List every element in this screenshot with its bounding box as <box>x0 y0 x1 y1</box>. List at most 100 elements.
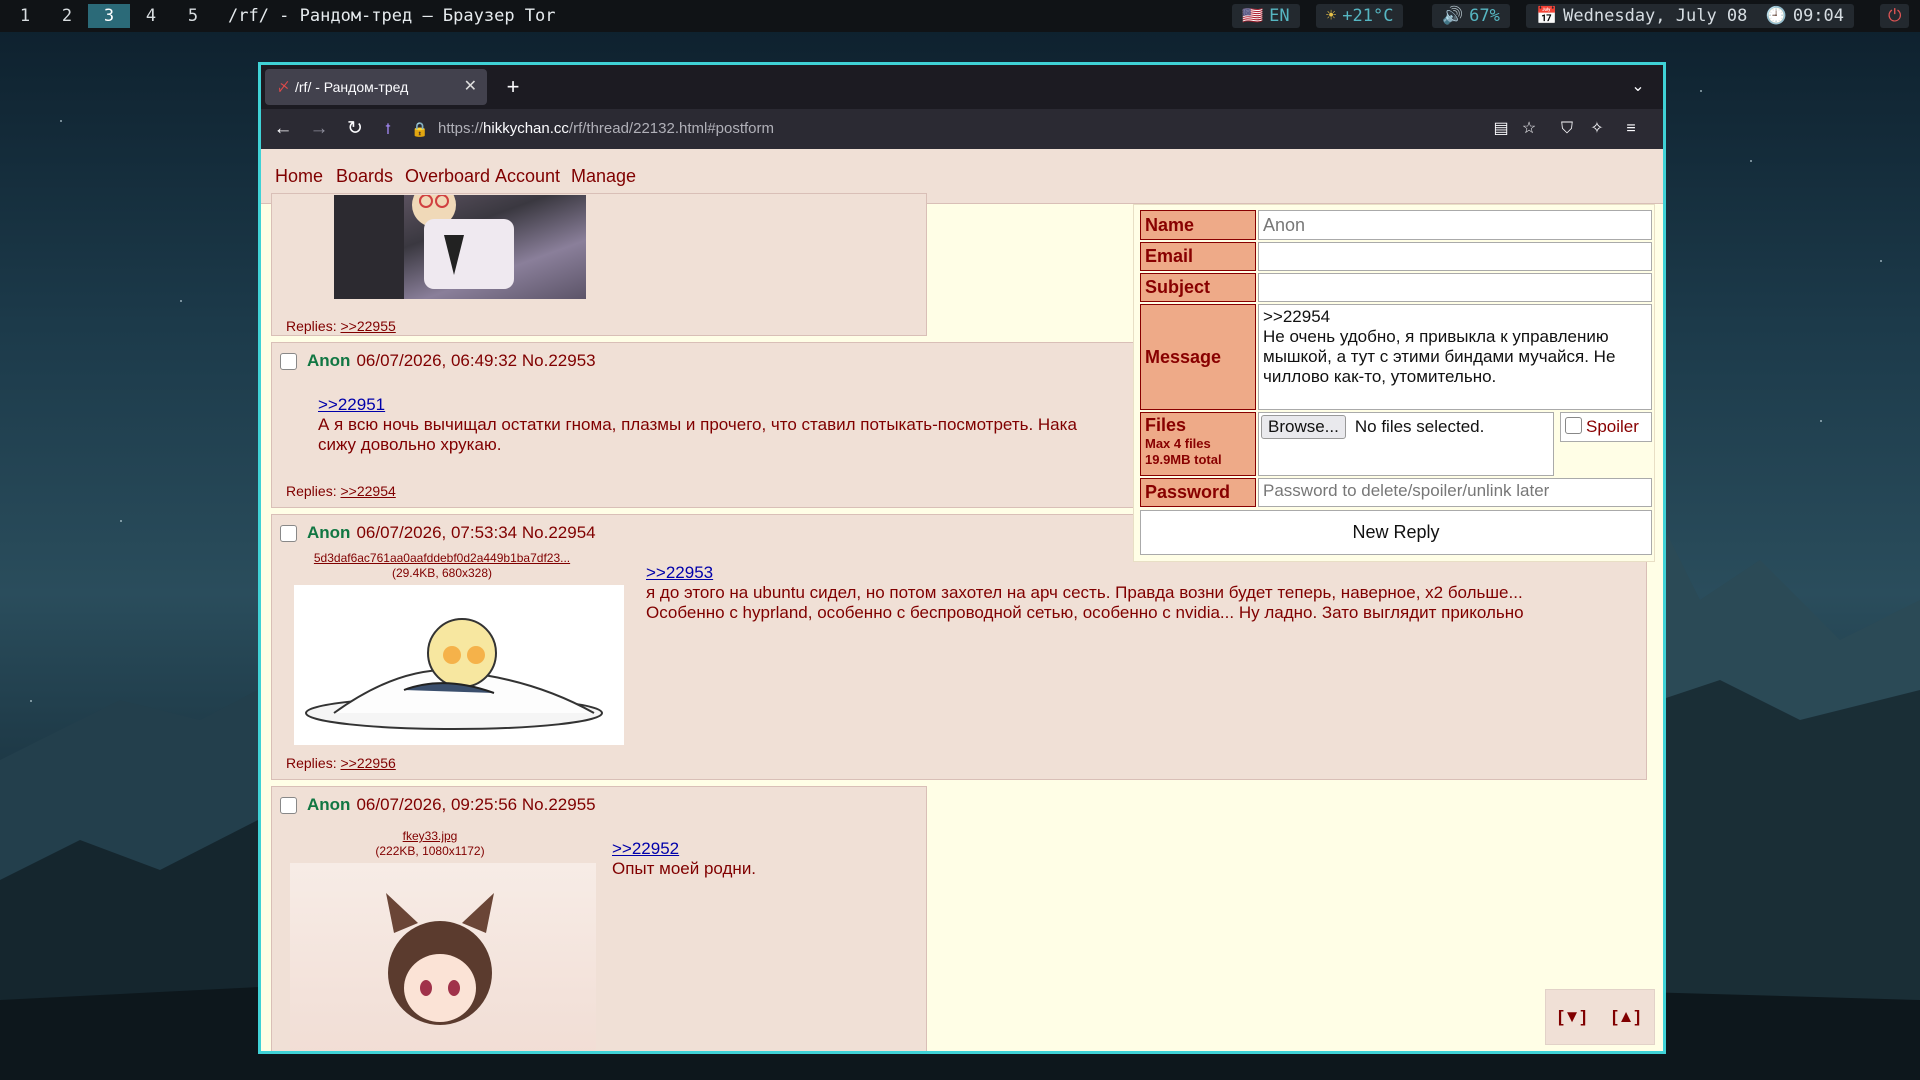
password-label: Password <box>1140 478 1256 507</box>
file-name-link[interactable]: 5d3daf6ac761aa0aafddebf0d2a449b1ba7df23.… <box>292 551 592 566</box>
message-line: чиллово как-то, утомительно. <box>1263 367 1497 386</box>
file-meta: (29.4KB, 680x328) <box>391 566 493 580</box>
quote-link[interactable]: >>22951 <box>318 395 385 414</box>
password-input[interactable]: Password to delete/spoiler/unlink later <box>1258 478 1652 507</box>
subject-input[interactable] <box>1258 273 1652 302</box>
scroll-up-button[interactable]: [▲] <box>1612 990 1640 1044</box>
post-image[interactable] <box>334 195 586 299</box>
post-image[interactable] <box>294 585 624 745</box>
file-info: 5d3daf6ac761aa0aafddebf0d2a449b1ba7df23.… <box>292 551 592 581</box>
back-button[interactable]: ← <box>267 113 299 145</box>
post-header: Anon 06/07/2026, 06:49:32 No.22953 <box>280 351 596 371</box>
address-bar[interactable]: ꝉ 🔒 https://hikkychan.cc/rf/thread/22132… <box>381 113 1461 145</box>
reload-button[interactable]: ↻ <box>339 113 371 145</box>
poster-name: Anon <box>307 523 351 542</box>
weather-label: +21°C <box>1342 6 1394 26</box>
browser-tab[interactable]: 〆 /rf/ - Рандом-тред ✕ <box>265 69 487 105</box>
poster-name: Anon <box>307 795 351 814</box>
post-text: я до этого на ubuntu сидел, но потом зах… <box>646 583 1523 602</box>
workspace-2[interactable]: 2 <box>46 4 88 28</box>
volume-widget[interactable]: 🔊 67% <box>1432 4 1510 28</box>
language-indicator[interactable]: 🇺🇸 EN <box>1232 4 1300 28</box>
workspace-switcher[interactable]: 1 2 3 4 5 <box>4 4 214 28</box>
post-text: Опыт моей родни. <box>612 859 757 878</box>
clock-widget[interactable]: 📅 Wednesday, July 08 🕘 09:04 <box>1526 4 1855 28</box>
clock-icon: 🕘 <box>1765 6 1787 26</box>
date-label: Wednesday, July 08 <box>1563 6 1748 26</box>
tor-circuit-icon[interactable]: ꝉ <box>385 113 391 145</box>
post-date: 06/07/2026, 06:49:32 <box>356 351 518 370</box>
desktop-topbar: 1 2 3 4 5 /rf/ - Рандом-тред — Браузер T… <box>0 0 1920 32</box>
files-max: Max 4 files <box>1145 436 1211 451</box>
menu-icon[interactable]: ≡ <box>1617 113 1645 145</box>
post-number[interactable]: No.22955 <box>522 795 596 815</box>
name-input[interactable]: Anon <box>1258 210 1652 240</box>
subject-label: Subject <box>1140 273 1256 302</box>
reader-view-icon[interactable]: ▤ <box>1487 113 1515 145</box>
workspace-3[interactable]: 3 <box>88 4 130 28</box>
browser-window: 〆 /rf/ - Рандом-тред ✕ + ⌄ ← → ↻ ꝉ 🔒 htt… <box>258 62 1666 1054</box>
file-dropzone[interactable]: Browse... No files selected. <box>1258 412 1554 476</box>
speaker-icon: 🔊 <box>1442 6 1464 26</box>
post-text-cont: Особенно с hyprland, особенно с беспрово… <box>646 603 1524 622</box>
reply-link[interactable]: >>22955 <box>340 318 395 334</box>
navigation-toolbar: ← → ↻ ꝉ 🔒 https://hikkychan.cc/rf/thread… <box>261 109 1663 149</box>
power-button[interactable]: ⏻ <box>1880 4 1910 28</box>
post-header: Anon 06/07/2026, 07:53:34 No.22954 <box>280 523 596 543</box>
list-tabs-button[interactable]: ⌄ <box>1623 69 1653 105</box>
reply-link[interactable]: >>22956 <box>340 755 395 771</box>
sun-icon: ☀ <box>1326 6 1337 26</box>
post-number[interactable]: No.22953 <box>522 351 596 371</box>
post-number[interactable]: No.22954 <box>522 523 596 543</box>
power-icon: ⏻ <box>1888 6 1902 26</box>
new-reply-button[interactable]: New Reply <box>1140 510 1652 555</box>
files-total: 19.9MB total <box>1145 452 1222 467</box>
post-image[interactable] <box>290 863 596 1051</box>
message-line: мышкой, а тут с этими биндами мучайся. Н… <box>1263 347 1616 366</box>
scroll-nav: [▼] [▲] <box>1545 989 1655 1045</box>
page-content: Home Boards Overboard Account Manage Rep… <box>261 149 1663 1051</box>
name-label: Name <box>1140 210 1256 240</box>
workspace-4[interactable]: 4 <box>130 4 172 28</box>
email-label: Email <box>1140 242 1256 271</box>
bookmark-star-icon[interactable]: ☆ <box>1515 113 1543 145</box>
poster-name: Anon <box>307 351 351 370</box>
quote-link[interactable]: >>22952 <box>612 839 679 858</box>
url-text[interactable]: https://hikkychan.cc/rf/thread/22132.htm… <box>438 113 774 145</box>
post-select-checkbox[interactable] <box>280 352 297 370</box>
email-input[interactable] <box>1258 242 1652 271</box>
replies-line: Replies: >>22954 <box>286 483 396 499</box>
site-favicon: 〆 <box>277 79 291 94</box>
forward-button[interactable]: → <box>303 113 335 145</box>
workspace-5[interactable]: 5 <box>172 4 214 28</box>
catgirl-image <box>386 893 494 1025</box>
time-label: 09:04 <box>1792 6 1845 26</box>
quote-link[interactable]: >>22953 <box>646 563 713 582</box>
post-select-checkbox[interactable] <box>280 524 297 542</box>
message-textarea[interactable]: >>22954 Не очень удобно, я привыкла к уп… <box>1258 304 1652 410</box>
chibi-character-image <box>305 618 603 730</box>
post-body: >>22952 Опыт моей родни. <box>612 839 912 879</box>
lock-icon[interactable]: 🔒 <box>411 113 428 145</box>
file-name-link[interactable]: fkey33.jpg <box>320 829 540 844</box>
calendar-icon: 📅 <box>1536 6 1558 26</box>
spoiler-checkbox[interactable] <box>1565 417 1582 434</box>
shield-icon[interactable]: ⛉ <box>1553 113 1581 145</box>
file-info: fkey33.jpg (222KB, 1080x1172) <box>320 829 540 859</box>
replies-line: Replies: >>22955 <box>286 318 396 334</box>
files-label: Files Max 4 files 19.9MB total <box>1140 412 1256 476</box>
new-identity-icon[interactable]: ✧ <box>1583 113 1611 145</box>
workspace-1[interactable]: 1 <box>4 4 46 28</box>
scroll-down-button[interactable]: [▼] <box>1558 990 1586 1044</box>
spoiler-toggle[interactable]: Spoiler <box>1560 412 1652 442</box>
new-tab-button[interactable]: + <box>497 69 529 105</box>
replies-line: Replies: >>22956 <box>286 755 396 771</box>
weather-widget[interactable]: ☀ +21°C <box>1316 4 1404 28</box>
browse-button[interactable]: Browse... <box>1261 415 1346 439</box>
flag-icon: 🇺🇸 <box>1242 6 1264 26</box>
post-select-checkbox[interactable] <box>280 796 297 814</box>
language-label: EN <box>1269 6 1290 26</box>
close-tab-icon[interactable]: ✕ <box>464 69 477 105</box>
message-label: Message <box>1140 304 1256 410</box>
reply-link[interactable]: >>22954 <box>340 483 395 499</box>
